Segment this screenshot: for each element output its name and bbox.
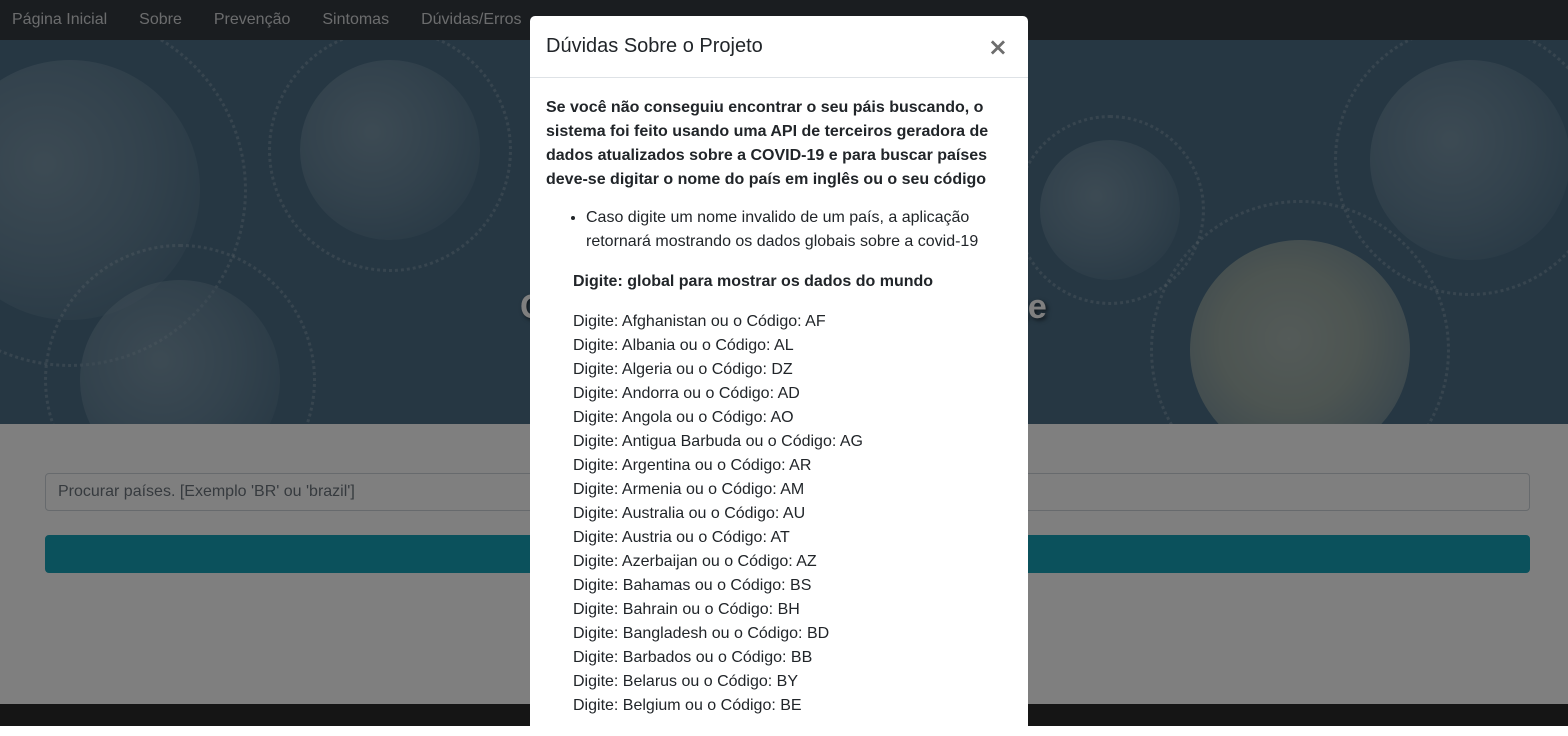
country-code-item: Digite: Belgium ou o Código: BE (573, 697, 802, 714)
modal-title: Dúvidas Sobre o Projeto (546, 35, 763, 57)
country-instructions: Digite: global para mostrar os dados do … (546, 270, 1012, 718)
faq-modal: Dúvidas Sobre o Projeto × Se você não co… (530, 16, 1028, 736)
modal-note-item: Caso digite um nome invalido de um país,… (586, 206, 1012, 254)
global-hint: Digite: global para mostrar os dados do … (573, 273, 934, 290)
country-code-item: Digite: Andorra ou o Código: AD (573, 385, 800, 402)
country-code-item: Digite: Albania ou o Código: AL (573, 337, 794, 354)
country-code-item: Digite: Australia ou o Código: AU (573, 505, 806, 522)
modal-note-list: Caso digite um nome invalido de um país,… (546, 206, 1012, 254)
country-code-item: Digite: Argentina ou o Código: AR (573, 457, 812, 474)
country-code-item: Digite: Belarus ou o Código: BY (573, 673, 799, 690)
country-code-item: Digite: Azerbaijan ou o Código: AZ (573, 553, 817, 570)
country-code-item: Digite: Algeria ou o Código: DZ (573, 361, 793, 378)
country-code-item: Digite: Bahrain ou o Código: BH (573, 601, 800, 618)
country-code-item: Digite: Bahamas ou o Código: BS (573, 577, 812, 594)
country-code-item: Digite: Barbados ou o Código: BB (573, 649, 813, 666)
country-code-list: Digite: Afghanistan ou o Código: AF Digi… (573, 310, 1012, 718)
country-code-item: Digite: Bangladesh ou o Código: BD (573, 625, 830, 642)
country-code-item: Digite: Antigua Barbuda ou o Código: AG (573, 433, 863, 450)
modal-body: Se você não conseguiu encontrar o seu pá… (530, 78, 1028, 718)
country-code-item: Digite: Armenia ou o Código: AM (573, 481, 805, 498)
modal-header: Dúvidas Sobre o Projeto × (530, 16, 1028, 78)
country-code-item: Digite: Austria ou o Código: AT (573, 529, 790, 546)
country-code-item: Digite: Angola ou o Código: AO (573, 409, 794, 426)
close-icon[interactable]: × (984, 35, 1012, 59)
modal-intro-text: Se você não conseguiu encontrar o seu pá… (546, 99, 989, 188)
country-code-item: Digite: Afghanistan ou o Código: AF (573, 313, 826, 330)
